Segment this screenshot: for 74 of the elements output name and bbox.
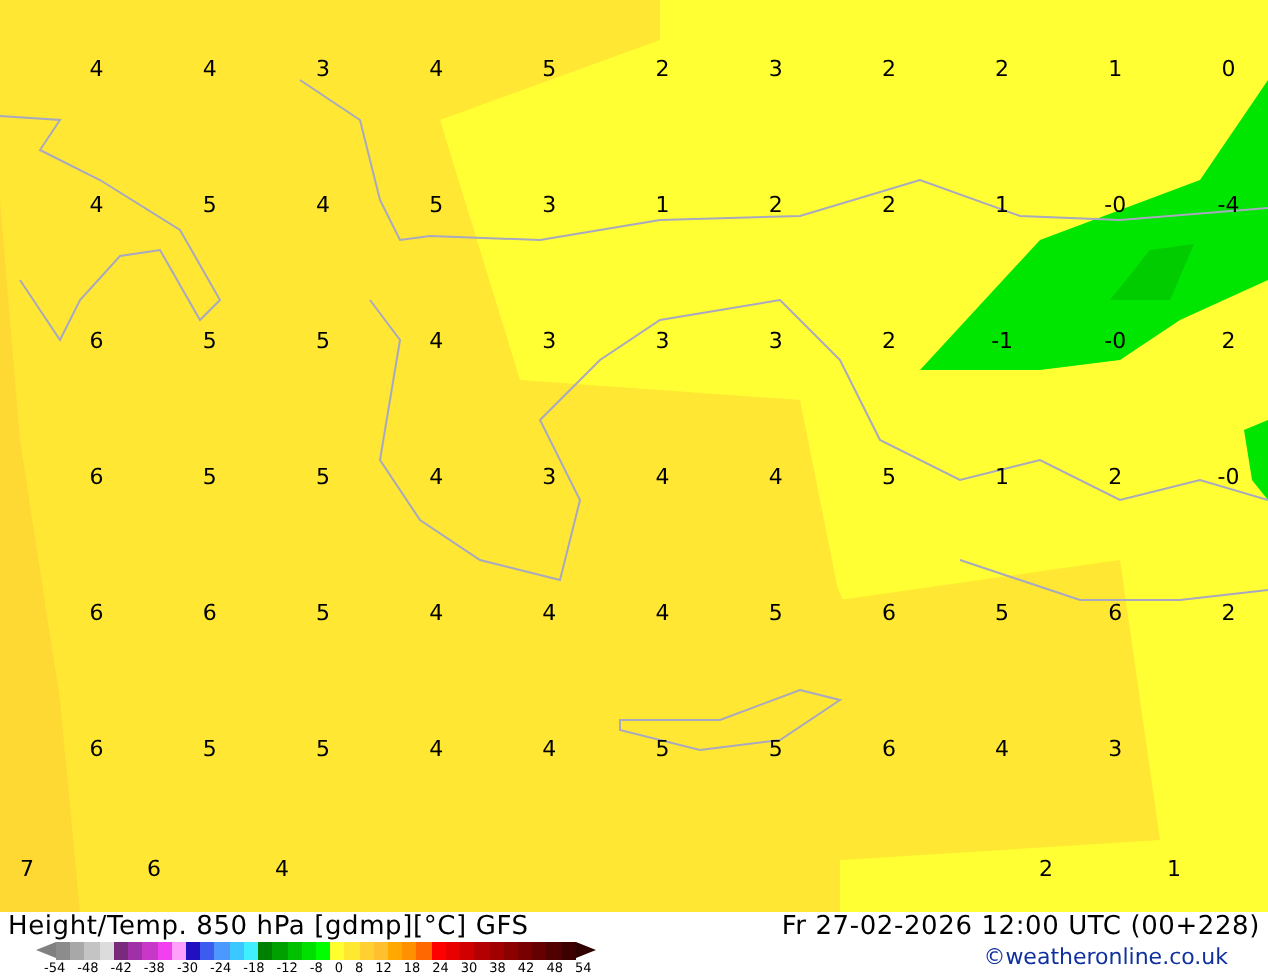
temperature-value: 2: [655, 55, 670, 81]
temperature-value: -4: [1217, 191, 1240, 217]
temperature-value: 4: [995, 735, 1010, 761]
temperature-value: 4: [89, 55, 104, 81]
temperature-value: 2: [1221, 599, 1236, 625]
temperature-value: -0: [1104, 191, 1127, 217]
temperature-value: 3: [655, 327, 670, 353]
temperature-value: 1: [1167, 855, 1181, 881]
temperature-value: 4: [655, 463, 670, 489]
temperature-value: 5: [315, 327, 330, 353]
temperature-value: 2: [1108, 463, 1123, 489]
temperature-value: 2: [881, 327, 896, 353]
temperature-value: 3: [315, 55, 330, 81]
valid-time: Fr 27-02-2026 12:00 UTC (00+228): [781, 912, 1260, 942]
temperature-value: 3: [542, 463, 557, 489]
temperature-value: -0: [1217, 463, 1240, 489]
temperature-value: 4: [275, 855, 289, 881]
temperature-value: 6: [881, 599, 896, 625]
temperature-value: 2: [768, 191, 783, 217]
temperature-value: 5: [202, 191, 217, 217]
temperature-value: 5: [655, 735, 670, 761]
temperature-value: 5: [315, 735, 330, 761]
temperature-value: 4: [429, 327, 444, 353]
temperature-value: 2: [881, 191, 896, 217]
temperature-value: 4: [89, 191, 104, 217]
temperature-value: 2: [1221, 327, 1236, 353]
temperature-value: 2: [995, 55, 1010, 81]
temperature-value: 4: [768, 463, 783, 489]
temperature-value: 3: [1108, 735, 1123, 761]
temperature-value: 1: [995, 191, 1010, 217]
temperature-value: 1: [655, 191, 670, 217]
temperature-value: 3: [768, 327, 783, 353]
temperature-value: 5: [202, 735, 217, 761]
temperature-value: 4: [655, 599, 670, 625]
temperature-value: 6: [1108, 599, 1123, 625]
temperature-value: 5: [881, 463, 896, 489]
temperature-value: 5: [542, 55, 557, 81]
temperature-value: 5: [768, 599, 783, 625]
temperature-value: 5: [315, 463, 330, 489]
temperature-value: 6: [89, 327, 104, 353]
temperature-value: 4: [429, 55, 444, 81]
temperature-value: 4: [429, 463, 444, 489]
temperature-value: 3: [768, 55, 783, 81]
colorbar-right-arrow-icon: [575, 942, 596, 958]
temperature-value: 5: [429, 191, 444, 217]
temperature-value: 4: [315, 191, 330, 217]
temperature-value: -1: [991, 327, 1014, 353]
temperature-value: 1: [995, 463, 1010, 489]
temperature-value: -0: [1104, 327, 1127, 353]
chart-title: Height/Temp. 850 hPa [gdmp][°C] GFS: [8, 912, 531, 942]
temperature-value: 6: [89, 463, 104, 489]
temperature-value: 2: [1039, 855, 1053, 881]
temperature-value: 6: [202, 599, 217, 625]
temperature-value: 5: [202, 327, 217, 353]
temperature-value: 6: [881, 735, 896, 761]
temperature-value: 0: [1221, 55, 1236, 81]
temperature-value: 6: [89, 599, 104, 625]
temperature-value: 3: [542, 327, 557, 353]
temperature-value: 7: [20, 855, 34, 881]
temperature-value: 6: [147, 855, 161, 881]
temperature-value: 4: [429, 599, 444, 625]
credit-link[interactable]: ©weatheronline.co.uk: [983, 942, 1228, 972]
temperature-value: 4: [542, 735, 557, 761]
temperature-value: 5: [202, 463, 217, 489]
temperature-value: 4: [202, 55, 217, 81]
temperature-value: 5: [768, 735, 783, 761]
temperature-value: 5: [315, 599, 330, 625]
temperature-value: 6: [89, 735, 104, 761]
temperature-value: 5: [995, 599, 1010, 625]
temperature-value: 4: [542, 599, 557, 625]
temperature-value: 1: [1108, 55, 1123, 81]
temperature-value: 4: [429, 735, 444, 761]
temperature-value: 3: [542, 191, 557, 217]
temperature-value: 2: [881, 55, 896, 81]
